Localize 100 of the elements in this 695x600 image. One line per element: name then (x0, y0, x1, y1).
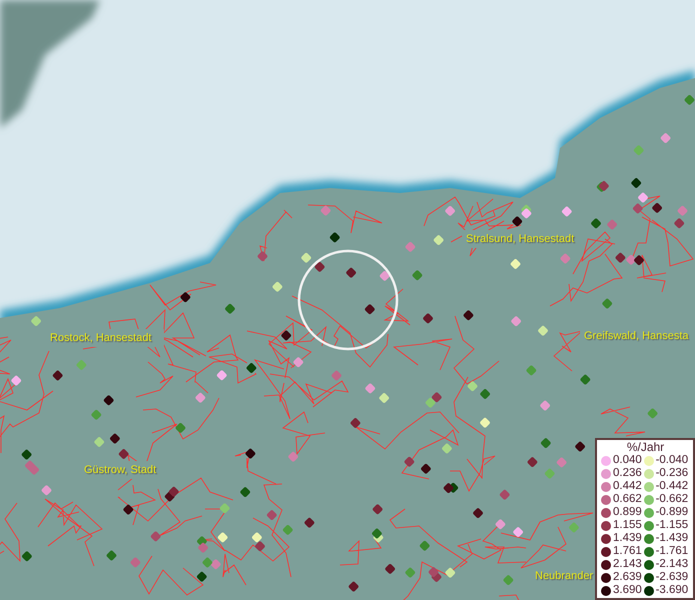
map-marker (412, 270, 423, 281)
map-marker (637, 192, 649, 204)
legend-value: -0.040 (656, 454, 688, 467)
map-marker (20, 448, 32, 460)
map-marker (304, 517, 316, 528)
map-marker (684, 94, 695, 106)
map-marker (224, 303, 236, 314)
map-marker (633, 144, 644, 156)
map-marker (494, 518, 506, 530)
map-marker (419, 540, 430, 552)
map-marker (444, 205, 456, 217)
legend-value: 0.662 (613, 493, 642, 506)
map-marker (330, 370, 342, 382)
map-marker (512, 216, 523, 228)
map-marker (300, 252, 312, 264)
place-label: Rostock, Hansestadt (50, 332, 152, 344)
map-marker (526, 456, 538, 468)
map-marker (292, 356, 304, 368)
map-marker (122, 504, 134, 516)
map-marker (404, 456, 415, 468)
legend-value: 1.439 (613, 532, 642, 545)
map-marker (364, 304, 376, 315)
map-marker (210, 558, 222, 570)
map-marker (106, 550, 118, 562)
map-marker (348, 580, 360, 592)
map-marker (606, 218, 618, 230)
map-marker (479, 417, 491, 428)
map-marker (674, 218, 685, 229)
map-marker (614, 252, 626, 264)
map-marker (94, 436, 105, 448)
map-marker (329, 232, 340, 244)
legend-value: -1.761 (656, 545, 688, 558)
map-marker (526, 364, 537, 376)
legend-value: -1.439 (656, 532, 688, 545)
legend-value: -2.639 (656, 571, 688, 584)
map-marker (103, 394, 114, 406)
map-marker (632, 202, 644, 214)
map-marker (254, 540, 266, 552)
map-marker (660, 132, 672, 144)
map-marker (202, 556, 214, 568)
map-marker (384, 563, 396, 575)
place-label: Güstrow, Stadt (84, 464, 156, 476)
map-marker (404, 566, 416, 578)
legend-value: 0.236 (613, 467, 642, 480)
map-marker (28, 464, 40, 476)
map-marker (217, 532, 228, 544)
map-marker (174, 422, 186, 434)
map-marker (288, 451, 299, 462)
map-marker (196, 571, 208, 582)
map-marker (512, 526, 524, 538)
map-marker (442, 482, 454, 494)
map-marker (256, 250, 268, 262)
map-marker (118, 448, 130, 460)
map-marker (266, 509, 278, 521)
map-marker (444, 567, 456, 578)
map-marker (244, 448, 256, 460)
map-marker (364, 382, 376, 394)
map-marker (598, 180, 610, 192)
map-marker (314, 261, 326, 273)
legend-value: -2.143 (656, 558, 688, 571)
map-marker (651, 202, 663, 214)
map-marker (479, 388, 491, 400)
legend-value: 2.143 (613, 558, 642, 571)
legend-value: 0.442 (613, 480, 642, 493)
legend-value: -3.690 (656, 584, 688, 597)
map-marker (378, 392, 390, 404)
map-marker (371, 528, 383, 540)
map-marker (520, 208, 532, 220)
map-marker (633, 254, 645, 266)
map-marker (462, 310, 474, 321)
map-marker (219, 502, 230, 514)
map-marker (30, 315, 42, 327)
map-marker (194, 392, 206, 404)
map-marker (90, 409, 102, 420)
legend-value: 0.040 (613, 454, 642, 467)
place-label: Greifswald, Hansesta (584, 330, 689, 342)
map-marker (544, 468, 556, 480)
map-marker (350, 417, 362, 429)
map-marker (580, 374, 591, 386)
map-marker (379, 270, 390, 282)
map-marker (180, 292, 192, 303)
map-marker (472, 507, 484, 519)
map-marker (10, 374, 22, 386)
legend-value: 1.761 (613, 545, 642, 558)
map-marker (21, 550, 33, 562)
legend-title: %/Jahr (626, 441, 666, 454)
map-marker (280, 330, 292, 342)
legend-value: -0.442 (656, 480, 688, 493)
legend-value: -0.662 (656, 493, 688, 506)
map-marker (404, 241, 416, 253)
map-marker (510, 258, 522, 270)
map-marker (130, 556, 142, 568)
map-marker (590, 218, 602, 230)
map-marker (646, 408, 658, 420)
legend-value: 3.690 (613, 584, 642, 597)
legend-value: -1.155 (656, 519, 688, 532)
map-marker (240, 486, 251, 498)
map-marker (537, 325, 549, 336)
map-marker (540, 437, 552, 449)
map-marker (466, 380, 478, 392)
